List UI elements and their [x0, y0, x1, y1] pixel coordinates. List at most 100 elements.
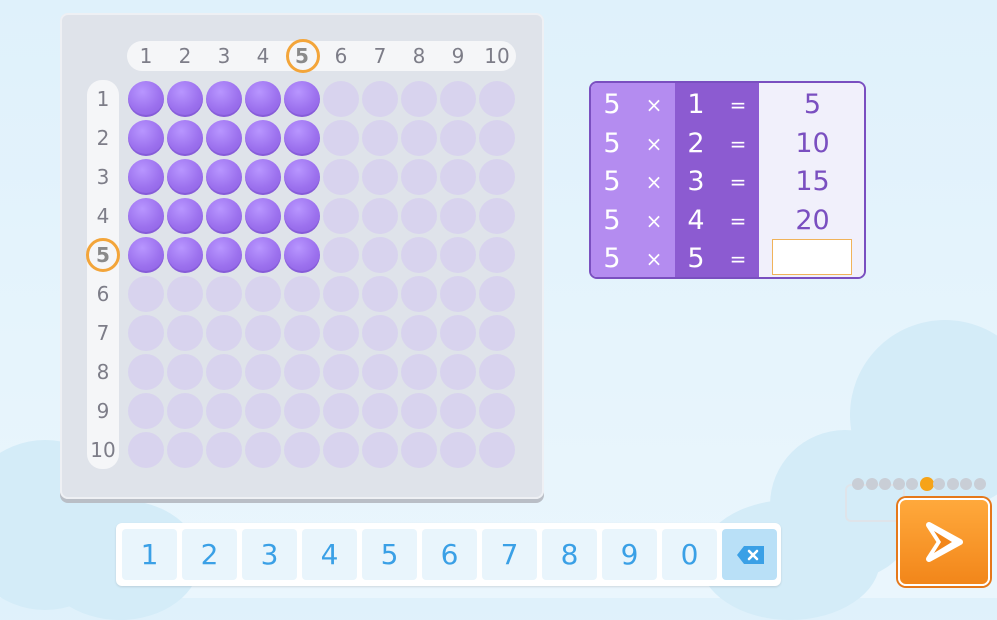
empty-dot[interactable]: [479, 315, 515, 351]
next-button[interactable]: [898, 498, 990, 586]
empty-dot[interactable]: [323, 276, 359, 312]
filled-dot[interactable]: [245, 120, 281, 156]
empty-dot[interactable]: [362, 354, 398, 390]
key-2[interactable]: 2: [182, 529, 237, 580]
empty-dot[interactable]: [401, 81, 437, 117]
filled-dot[interactable]: [128, 81, 164, 117]
empty-dot[interactable]: [206, 354, 242, 390]
empty-dot[interactable]: [167, 354, 203, 390]
empty-dot[interactable]: [479, 432, 515, 468]
filled-dot[interactable]: [284, 237, 320, 273]
filled-dot[interactable]: [167, 81, 203, 117]
row-header-8[interactable]: 8: [87, 354, 119, 390]
empty-dot[interactable]: [440, 393, 476, 429]
empty-dot[interactable]: [401, 354, 437, 390]
filled-dot[interactable]: [128, 198, 164, 234]
row-header-7[interactable]: 7: [87, 315, 119, 351]
column-header-7[interactable]: 7: [362, 41, 398, 71]
empty-dot[interactable]: [401, 315, 437, 351]
empty-dot[interactable]: [479, 159, 515, 195]
filled-dot[interactable]: [206, 81, 242, 117]
filled-dot[interactable]: [128, 120, 164, 156]
row-header-9[interactable]: 9: [87, 393, 119, 429]
empty-dot[interactable]: [479, 81, 515, 117]
empty-dot[interactable]: [401, 237, 437, 273]
empty-dot[interactable]: [440, 198, 476, 234]
empty-dot[interactable]: [401, 198, 437, 234]
empty-dot[interactable]: [401, 120, 437, 156]
filled-dot[interactable]: [284, 81, 320, 117]
empty-dot[interactable]: [440, 276, 476, 312]
empty-dot[interactable]: [167, 315, 203, 351]
column-header-10[interactable]: 10: [479, 41, 515, 71]
empty-dot[interactable]: [284, 315, 320, 351]
filled-dot[interactable]: [206, 237, 242, 273]
empty-dot[interactable]: [167, 276, 203, 312]
filled-dot[interactable]: [245, 159, 281, 195]
empty-dot[interactable]: [440, 432, 476, 468]
empty-dot[interactable]: [440, 159, 476, 195]
empty-dot[interactable]: [362, 159, 398, 195]
answer-input[interactable]: [772, 239, 852, 275]
column-header-8[interactable]: 8: [401, 41, 437, 71]
filled-dot[interactable]: [128, 237, 164, 273]
empty-dot[interactable]: [323, 393, 359, 429]
key-7[interactable]: 7: [482, 529, 537, 580]
empty-dot[interactable]: [479, 237, 515, 273]
empty-dot[interactable]: [128, 315, 164, 351]
delete-button[interactable]: [722, 529, 777, 580]
row-header-10[interactable]: 10: [87, 432, 119, 468]
empty-dot[interactable]: [323, 159, 359, 195]
empty-dot[interactable]: [284, 354, 320, 390]
empty-dot[interactable]: [323, 354, 359, 390]
column-header-2[interactable]: 2: [167, 41, 203, 71]
empty-dot[interactable]: [323, 198, 359, 234]
filled-dot[interactable]: [128, 159, 164, 195]
empty-dot[interactable]: [440, 315, 476, 351]
empty-dot[interactable]: [362, 198, 398, 234]
row-header-4[interactable]: 4: [87, 198, 119, 234]
column-header-1[interactable]: 1: [128, 41, 164, 71]
empty-dot[interactable]: [479, 354, 515, 390]
filled-dot[interactable]: [167, 237, 203, 273]
column-header-3[interactable]: 3: [206, 41, 242, 71]
key-1[interactable]: 1: [122, 529, 177, 580]
empty-dot[interactable]: [245, 393, 281, 429]
filled-dot[interactable]: [245, 81, 281, 117]
empty-dot[interactable]: [206, 276, 242, 312]
filled-dot[interactable]: [284, 198, 320, 234]
key-3[interactable]: 3: [242, 529, 297, 580]
column-header-9[interactable]: 9: [440, 41, 476, 71]
empty-dot[interactable]: [479, 276, 515, 312]
row-header-6[interactable]: 6: [87, 276, 119, 312]
key-5[interactable]: 5: [362, 529, 417, 580]
empty-dot[interactable]: [440, 120, 476, 156]
key-8[interactable]: 8: [542, 529, 597, 580]
empty-dot[interactable]: [401, 276, 437, 312]
filled-dot[interactable]: [167, 159, 203, 195]
empty-dot[interactable]: [167, 393, 203, 429]
empty-dot[interactable]: [362, 315, 398, 351]
empty-dot[interactable]: [440, 81, 476, 117]
empty-dot[interactable]: [284, 393, 320, 429]
empty-dot[interactable]: [440, 237, 476, 273]
row-header-3[interactable]: 3: [87, 159, 119, 195]
row-header-1[interactable]: 1: [87, 81, 119, 117]
empty-dot[interactable]: [245, 315, 281, 351]
column-header-6[interactable]: 6: [323, 41, 359, 71]
empty-dot[interactable]: [401, 159, 437, 195]
filled-dot[interactable]: [206, 120, 242, 156]
empty-dot[interactable]: [323, 120, 359, 156]
empty-dot[interactable]: [362, 432, 398, 468]
filled-dot[interactable]: [284, 120, 320, 156]
empty-dot[interactable]: [479, 198, 515, 234]
empty-dot[interactable]: [167, 432, 203, 468]
empty-dot[interactable]: [323, 81, 359, 117]
key-0[interactable]: 0: [662, 529, 717, 580]
filled-dot[interactable]: [167, 120, 203, 156]
row-header-2[interactable]: 2: [87, 120, 119, 156]
empty-dot[interactable]: [362, 393, 398, 429]
filled-dot[interactable]: [245, 237, 281, 273]
empty-dot[interactable]: [245, 432, 281, 468]
empty-dot[interactable]: [128, 354, 164, 390]
